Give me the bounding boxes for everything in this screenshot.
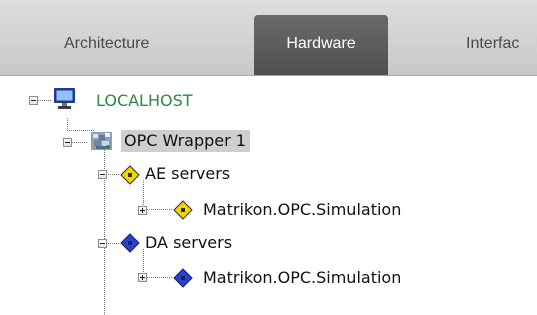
tab-hardware[interactable]: Hardware <box>254 15 388 75</box>
opc-wrapper-icon <box>91 132 112 150</box>
tree-node-ae-simulation[interactable]: Matrikon.OPC.Simulation <box>203 200 401 220</box>
collapse-toggle-opc-wrapper[interactable] <box>63 138 72 147</box>
collapse-toggle-da-servers[interactable] <box>98 239 107 248</box>
tree-line <box>143 277 173 278</box>
tab-interfaces[interactable]: Interfac <box>466 15 519 75</box>
da-server-icon <box>120 233 140 253</box>
tree-line <box>143 180 144 209</box>
hardware-tree: LOCALHOST OPC Wrapper 1 AE servers Matri… <box>0 75 537 315</box>
computer-icon <box>54 88 75 109</box>
expand-toggle-ae-simulation[interactable] <box>138 206 147 215</box>
collapse-toggle-ae-servers[interactable] <box>98 170 107 179</box>
tree-node-localhost[interactable]: LOCALHOST <box>96 91 193 111</box>
tree-node-opc-wrapper[interactable]: OPC Wrapper 1 <box>121 130 250 152</box>
ae-server-icon <box>120 165 140 185</box>
tree-node-da-simulation[interactable]: Matrikon.OPC.Simulation <box>203 268 401 288</box>
ae-simulation-icon <box>173 200 193 220</box>
tree-line <box>67 118 68 129</box>
tab-bar: Architecture Hardware Interfac <box>0 0 537 76</box>
tree-line <box>72 142 88 143</box>
tree-line <box>38 100 51 101</box>
tree-node-ae-servers[interactable]: AE servers <box>145 164 230 184</box>
tree-line <box>143 209 173 210</box>
expand-toggle-da-simulation[interactable] <box>138 273 147 282</box>
tree-node-da-servers[interactable]: DA servers <box>145 233 232 253</box>
tree-line <box>104 142 105 315</box>
da-simulation-icon <box>173 268 193 288</box>
collapse-toggle-localhost[interactable] <box>29 96 38 105</box>
tab-architecture[interactable]: Architecture <box>64 15 149 75</box>
